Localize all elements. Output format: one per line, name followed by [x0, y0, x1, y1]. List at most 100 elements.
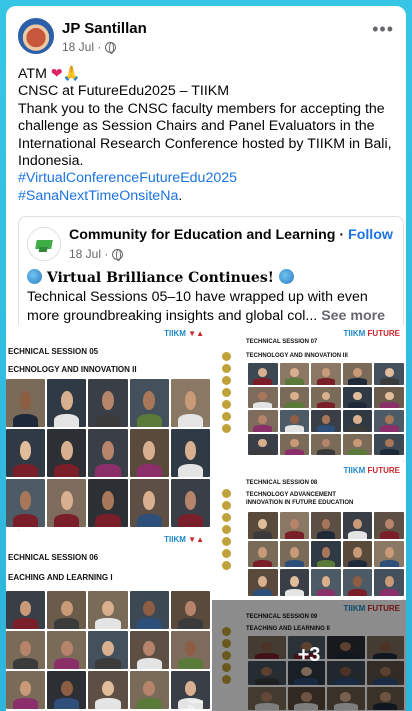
tiikm-logo: TIIKM ▼▲	[164, 535, 204, 544]
post-meta: 18 Jul ·	[62, 40, 117, 54]
participant-body	[177, 463, 203, 477]
future-logo-mark: ▼▲	[188, 535, 204, 544]
participant-face	[143, 491, 156, 511]
participant-face	[184, 491, 197, 511]
participant-body	[253, 588, 273, 596]
participant-body	[316, 401, 336, 408]
page-avatar[interactable]	[27, 227, 61, 261]
participant-tile	[279, 433, 310, 455]
tiikm-logo: TIIKM ▼▲	[164, 329, 204, 338]
participant-body	[136, 463, 162, 477]
shared-date[interactable]: 18 Jul ·	[69, 247, 108, 261]
participant-body	[54, 513, 80, 527]
participant-tile	[88, 479, 128, 527]
participant-body	[379, 425, 399, 432]
session-label: ECHNICAL SESSION 06	[8, 553, 99, 562]
post-date[interactable]: 18 Jul ·	[62, 40, 101, 54]
participant-body	[379, 401, 399, 408]
participant-face	[384, 391, 394, 401]
participant-body	[284, 378, 304, 385]
hashtag-virtual-conference[interactable]: #VirtualConferenceFutureEdu2025	[18, 170, 398, 187]
participant-body	[316, 378, 336, 385]
participant-face	[384, 438, 394, 448]
shared-title-line: Virtual Brilliance Continues!	[27, 269, 399, 288]
participant-tile	[248, 569, 278, 596]
photo-session-08[interactable]: TIIKM FUTURE TECHNICAL SESSION 08 TECHNO…	[212, 462, 406, 598]
participant-tile	[6, 671, 46, 709]
participant-body	[136, 513, 162, 527]
more-photos-overlay[interactable]: +3	[212, 600, 406, 711]
globe-icon	[105, 41, 117, 54]
participant-face	[184, 640, 197, 656]
participant-tile	[170, 591, 210, 629]
participant-tile	[88, 379, 128, 427]
participant-body	[95, 618, 121, 629]
participant-face	[60, 640, 73, 656]
hashtag-sana-next-time[interactable]: #SanaNextTimeOnsiteNa	[18, 188, 178, 204]
participant-body	[316, 425, 336, 432]
shared-post-header: Community for Education and Learning · F…	[27, 225, 395, 265]
post-line-3: Thank you to the CNSC faculty members fo…	[18, 100, 385, 117]
participant-face	[384, 518, 394, 530]
participant-face	[184, 391, 197, 411]
participant-face	[184, 441, 197, 461]
participant-body	[316, 448, 336, 455]
session-label: ECHNICAL SESSION 05	[8, 347, 99, 356]
photo-session-09[interactable]: TIIKM FUTURE TECHNICAL SESSION 09 TEACHI…	[212, 600, 406, 711]
participant-tile	[279, 569, 310, 596]
name-separator: ·	[335, 227, 349, 243]
participant-tile	[170, 479, 210, 527]
participant-body	[284, 425, 304, 432]
follow-button[interactable]: Follow	[348, 227, 393, 243]
shared-page-name[interactable]: Community for Education and Learning	[69, 227, 335, 243]
participant-face	[60, 391, 73, 411]
participant-face	[353, 547, 363, 558]
participant-face	[321, 415, 331, 424]
more-icon[interactable]: •••	[372, 20, 394, 38]
participant-face	[184, 680, 197, 696]
participant-tile	[170, 429, 210, 477]
participant-body	[348, 588, 368, 596]
participant-body	[54, 413, 80, 427]
participant-face	[384, 415, 394, 424]
hashtag-tail: .	[178, 187, 183, 204]
participant-tile	[342, 512, 373, 539]
author-name[interactable]: JP Santillan	[62, 20, 147, 37]
participant-body	[284, 401, 304, 408]
participant-face	[258, 391, 268, 401]
post-line-6: Indonesia.	[18, 153, 84, 170]
participant-body	[379, 448, 399, 455]
participant-body	[13, 413, 39, 427]
participant-body	[253, 378, 273, 385]
participant-body	[177, 658, 203, 669]
tiikm-logo-text: TIIKM	[343, 466, 366, 475]
photo-session-06[interactable]: TIIKM ▼▲ ECHNICAL SESSION 06 EACHING AND…	[6, 531, 210, 711]
participant-body	[253, 559, 273, 568]
participant-face	[321, 368, 331, 377]
participant-body	[95, 698, 121, 709]
photo-session-05[interactable]: TIIKM ▼▲ ECHNICAL SESSION 05 ECHNOLOGY A…	[6, 325, 210, 529]
participant-tile	[129, 671, 169, 709]
participant-face	[143, 441, 156, 461]
participant-tile	[129, 429, 169, 477]
participant-face	[384, 368, 394, 377]
participant-face	[353, 368, 363, 377]
participant-face	[258, 368, 268, 377]
participant-face	[143, 680, 156, 696]
author-avatar[interactable]	[18, 18, 54, 54]
participant-tile	[374, 569, 404, 596]
participant-tile	[342, 386, 373, 408]
participant-face	[19, 391, 32, 411]
participant-tile	[374, 433, 404, 455]
participant-body	[284, 448, 304, 455]
session-sidebar	[216, 349, 242, 456]
see-more-link[interactable]: See more	[321, 308, 385, 324]
participant-tile	[129, 479, 169, 527]
session-track: EACHING AND LEARNING I	[8, 573, 113, 582]
participant-tile	[248, 386, 278, 408]
photo-session-07[interactable]: TIIKM FUTURE TECHNICAL SESSION 07 TECHNO…	[212, 325, 406, 460]
heart-icon: ❤	[50, 66, 63, 82]
post-header: JP Santillan 18 Jul · •••	[18, 18, 394, 64]
participant-tile	[311, 363, 341, 385]
participant-body	[284, 531, 304, 539]
